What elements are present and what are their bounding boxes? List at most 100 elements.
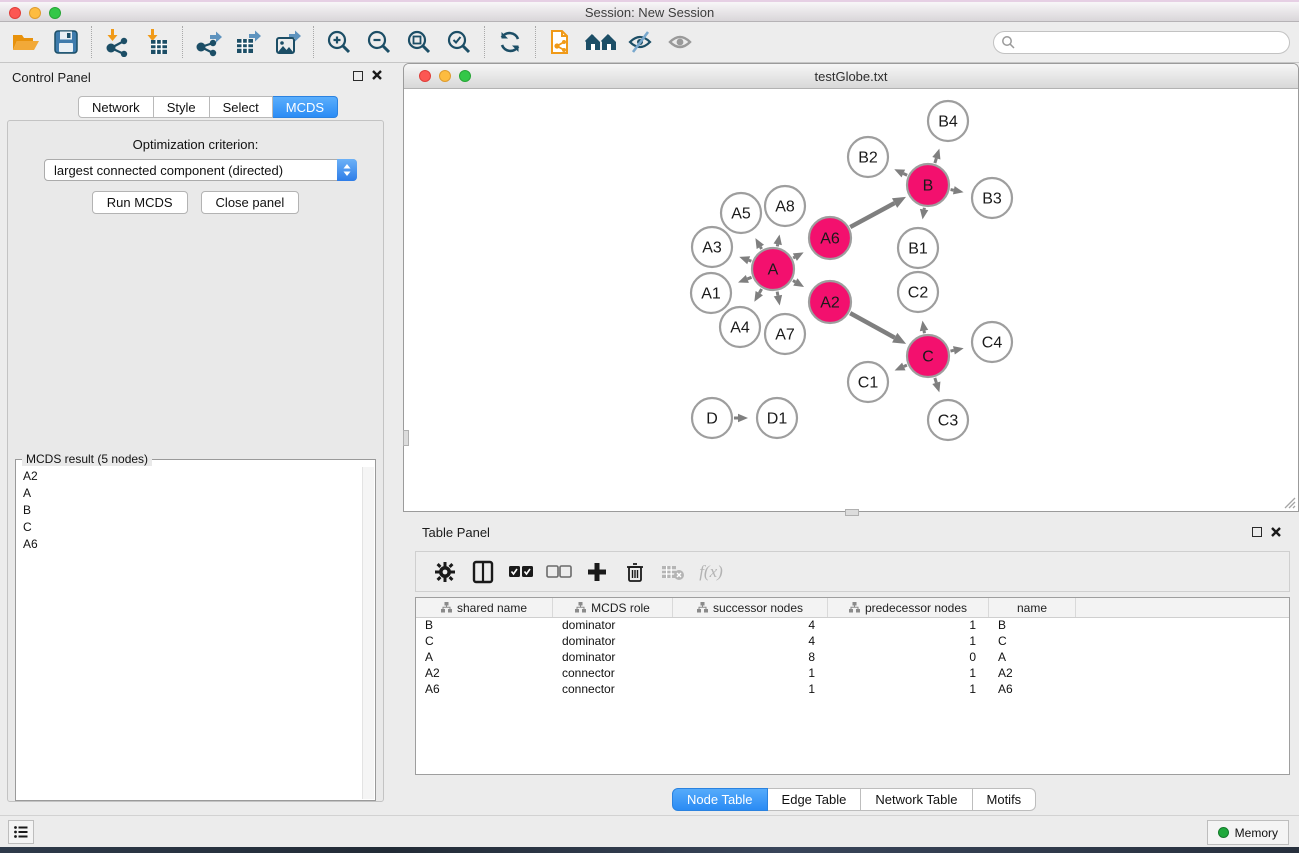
tab-edge-table[interactable]: Edge Table (768, 788, 862, 811)
node-label: A7 (775, 327, 795, 344)
column-header[interactable]: predecessor nodes (828, 598, 989, 617)
graph-edge[interactable] (903, 173, 907, 175)
tab-network[interactable]: Network (78, 96, 154, 118)
graph-edge[interactable] (935, 158, 937, 163)
table-row[interactable]: Bdominator41B (416, 618, 1289, 634)
graph-edge[interactable] (760, 247, 761, 249)
result-item[interactable]: A2 (17, 467, 361, 484)
graph-edge[interactable] (747, 277, 751, 279)
table-close-panel-icon[interactable] (1270, 526, 1282, 538)
result-item[interactable]: C (17, 518, 361, 535)
function-builder-button[interactable]: f(x) (692, 557, 730, 587)
zoom-selected-button[interactable] (439, 25, 479, 59)
network-graph[interactable]: B4B2BB3A5A8A6B1A3AC2A1A2A4A7CC4C1C3DD1 (404, 89, 1298, 511)
tab-motifs[interactable]: Motifs (973, 788, 1037, 811)
dropdown-stepper[interactable] (337, 159, 357, 181)
node-table: shared nameMCDS rolesuccessor nodesprede… (415, 597, 1290, 775)
graph-edge[interactable] (749, 260, 752, 261)
float-panel-icon[interactable] (353, 71, 363, 81)
result-item[interactable]: B (17, 501, 361, 518)
zoom-fit-button[interactable] (399, 25, 439, 59)
tab-node-table[interactable]: Node Table (672, 788, 768, 811)
close-panel-button[interactable]: Close panel (201, 191, 300, 214)
import-table-button[interactable] (137, 25, 177, 59)
table-row[interactable]: Adominator80A (416, 650, 1289, 666)
table-options-button[interactable] (426, 557, 464, 587)
edge-arrowhead-icon (920, 209, 928, 220)
delete-column-button[interactable] (616, 557, 654, 587)
zoom-in-button[interactable] (319, 25, 359, 59)
resize-grip-icon[interactable] (1282, 495, 1296, 509)
graph-edge[interactable] (793, 281, 795, 282)
column-header[interactable]: name (989, 598, 1076, 617)
graph-edge[interactable] (777, 292, 778, 296)
export-table-button[interactable] (228, 25, 268, 59)
table-float-panel-icon[interactable] (1252, 527, 1262, 537)
column-header-filler (1076, 598, 1289, 617)
table-row[interactable]: Cdominator41C (416, 634, 1289, 650)
create-column-button[interactable] (578, 557, 616, 587)
show-column-button[interactable] (464, 557, 502, 587)
tab-mcds[interactable]: MCDS (273, 96, 338, 118)
status-bar: Memory (0, 815, 1299, 847)
memory-label: Memory (1235, 826, 1278, 840)
network-canvas[interactable]: B4B2BB3A5A8A6B1A3AC2A1A2A4A7CC4C1C3DD1 (404, 89, 1298, 511)
zoom-out-button[interactable] (359, 25, 399, 59)
graph-edge[interactable] (850, 313, 895, 338)
open-session-button[interactable] (6, 25, 46, 59)
splitter-handle-left[interactable] (403, 430, 409, 446)
result-scrollbar[interactable] (362, 467, 374, 799)
edge-arrowhead-icon (774, 295, 782, 306)
hide-selected-button[interactable] (621, 25, 661, 59)
mcds-result-list[interactable]: A2ABCA6 (17, 467, 361, 799)
tab-style[interactable]: Style (154, 96, 210, 118)
column-header[interactable]: MCDS role (553, 598, 673, 617)
search-input[interactable] (993, 31, 1290, 54)
edge-arrowhead-icon (738, 275, 749, 283)
apply-layout-button[interactable] (490, 25, 530, 59)
tab-select[interactable]: Select (210, 96, 273, 118)
result-item[interactable]: A (17, 484, 361, 501)
node-label: C3 (938, 413, 959, 430)
optimization-criterion-dropdown[interactable]: largest connected component (directed) (44, 159, 357, 181)
deselect-all-button[interactable] (540, 557, 578, 587)
graph-edge[interactable] (951, 190, 954, 191)
node-label: A2 (820, 295, 840, 312)
export-image-button[interactable] (268, 25, 308, 59)
delete-table-button[interactable] (654, 557, 692, 587)
node-label: A4 (730, 320, 750, 337)
column-header[interactable]: shared name (416, 598, 553, 617)
table-cell: A (989, 650, 1076, 666)
edge-arrowhead-icon (953, 186, 964, 194)
show-all-button[interactable] (581, 25, 621, 59)
result-item[interactable]: A6 (17, 535, 361, 552)
plus-icon (587, 562, 607, 582)
splitter-handle-bottom[interactable] (845, 509, 859, 516)
node-label: D1 (767, 411, 788, 428)
import-network-button[interactable] (97, 25, 137, 59)
graph-edge[interactable] (935, 378, 937, 383)
table-row[interactable]: A2connector11A2 (416, 666, 1289, 682)
toolbar-separator (484, 26, 485, 58)
export-network-button[interactable] (188, 25, 228, 59)
edge-arrowhead-icon (920, 321, 928, 332)
column-header[interactable]: successor nodes (673, 598, 828, 617)
close-panel-icon[interactable] (371, 69, 383, 81)
graph-edge[interactable] (793, 257, 795, 258)
graph-edge[interactable] (850, 203, 894, 227)
memory-button[interactable]: Memory (1207, 820, 1289, 845)
tab-network-table[interactable]: Network Table (861, 788, 972, 811)
save-session-button[interactable] (46, 25, 86, 59)
select-all-button[interactable] (502, 557, 540, 587)
node-label: A3 (702, 240, 722, 257)
optimization-criterion-label: Optimization criterion: (8, 137, 383, 152)
graph-edge[interactable] (950, 350, 953, 351)
task-history-button[interactable] (8, 820, 34, 844)
table-cell: dominator (553, 650, 673, 666)
table-row[interactable]: A6connector11A6 (416, 682, 1289, 698)
new-network-from-selection-button[interactable] (541, 25, 581, 59)
graph-edge[interactable] (759, 289, 761, 293)
show-selected-button[interactable] (661, 25, 701, 59)
graph-edge[interactable] (904, 365, 907, 366)
run-mcds-button[interactable]: Run MCDS (92, 191, 188, 214)
